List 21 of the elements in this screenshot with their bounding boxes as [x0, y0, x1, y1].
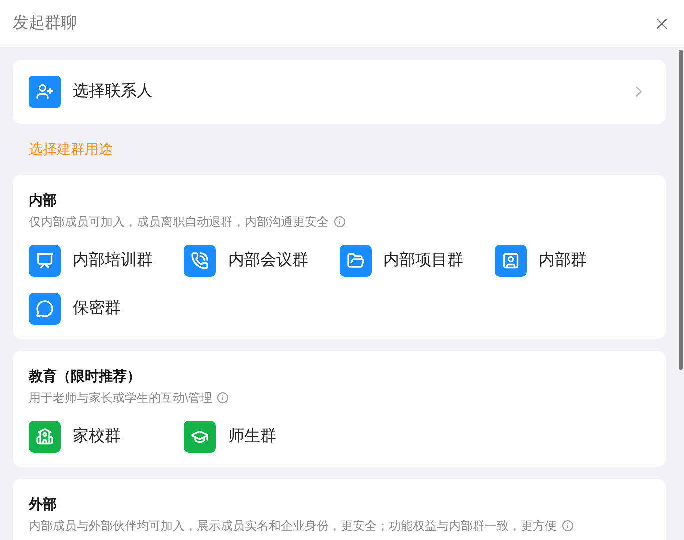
group-type-option[interactable]: 保密群	[29, 293, 184, 325]
group-type-option[interactable]: 家校群	[29, 421, 184, 453]
card-description: 内部成员与外部伙伴均可加入，展示成员实名和企业身份，更安全；功能权益与内部群一致，更方便	[29, 518, 557, 534]
section-heading: 选择建群用途	[28, 140, 114, 159]
add-person-icon	[29, 76, 61, 108]
info-icon	[334, 216, 346, 228]
group-type-option[interactable]: 师生群	[184, 421, 340, 453]
scrollbar[interactable]	[679, 50, 683, 370]
group-type-option[interactable]: 内部项目群	[340, 245, 494, 277]
group-type-option[interactable]: 内部培训群	[29, 245, 184, 277]
card-title: 外部	[29, 495, 58, 513]
select-contacts-row[interactable]: 选择联系人	[13, 60, 666, 124]
group-type-option[interactable]: 内部群	[494, 245, 650, 277]
info-icon	[562, 520, 574, 532]
group-type-option[interactable]: 内部会议群	[184, 245, 340, 277]
card-title: 教育（限时推荐）	[29, 367, 142, 385]
card-description: 仅内部成员可加入，成员离职自动退群，内部沟通更安全	[29, 214, 329, 230]
window-title: 发起群聊	[13, 14, 77, 34]
info-icon	[217, 392, 230, 404]
card-description: 用于老师与家长或学生的互动\管理	[29, 390, 212, 406]
card-title: 内部	[29, 191, 58, 209]
